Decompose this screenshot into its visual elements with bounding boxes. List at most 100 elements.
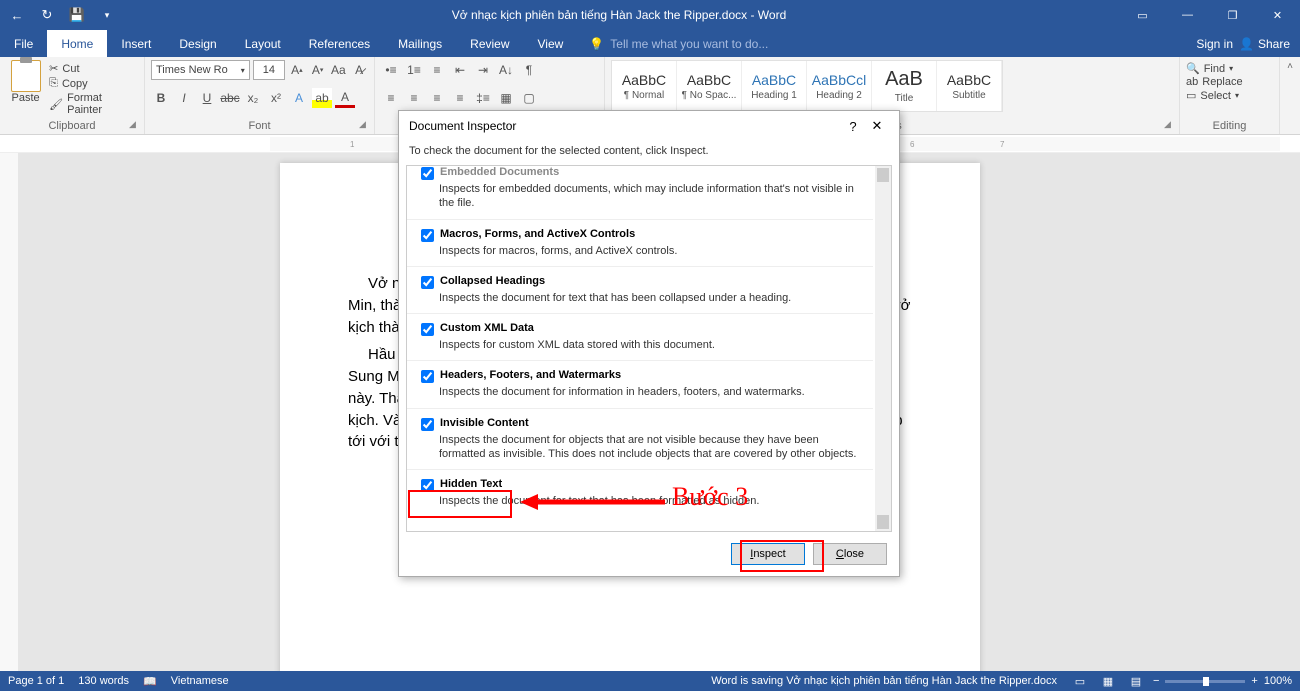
highlight-button[interactable]: ab (312, 88, 332, 108)
inspector-checkbox[interactable] (421, 370, 434, 383)
minimize-button[interactable]: — (1165, 0, 1210, 30)
ribbon-display-icon[interactable]: ▭ (1120, 0, 1165, 30)
styles-dialog-launcher[interactable]: ◢ (1164, 119, 1176, 131)
zoom-out-button[interactable]: − (1153, 675, 1159, 687)
style-heading2[interactable]: AaBbCclHeading 2 (807, 61, 872, 111)
inspector-item-macros: Macros, Forms, and ActiveX Controls Insp… (407, 220, 873, 267)
inspector-checkbox[interactable] (421, 167, 434, 180)
multilevel-list-button[interactable]: ≡ (427, 60, 447, 80)
dialog-instruction: To check the document for the selected c… (399, 141, 899, 165)
inspector-checkbox[interactable] (421, 418, 434, 431)
save-icon[interactable]: 💾 (66, 4, 88, 26)
paste-button[interactable]: Paste (6, 60, 45, 118)
font-dialog-launcher[interactable]: ◢ (359, 119, 371, 131)
justify-button[interactable]: ≡ (450, 88, 470, 108)
borders-button[interactable]: ▢ (519, 88, 539, 108)
qat-dropdown-icon[interactable]: ▾ (96, 4, 118, 26)
style-heading1[interactable]: AaBbCHeading 1 (742, 61, 807, 111)
status-proofing-icon[interactable]: 📖 (143, 675, 157, 688)
ribbon-group-editing: 🔍Find ▾ abReplace ▭Select ▾ Editing (1180, 57, 1280, 134)
clipboard-dialog-launcher[interactable]: ◢ (129, 119, 141, 131)
show-marks-button[interactable]: ¶ (519, 60, 539, 80)
tab-mailings[interactable]: Mailings (384, 30, 456, 57)
read-mode-button[interactable]: ▭ (1069, 673, 1091, 689)
ribbon-group-clipboard: Paste ✂Cut ⎘Copy 🖌Format Painter Clipboa… (0, 57, 145, 134)
increase-indent-button[interactable]: ⇥ (473, 60, 493, 80)
status-language[interactable]: Vietnamese (171, 675, 229, 688)
strikethrough-button[interactable]: abc (220, 88, 240, 108)
line-spacing-button[interactable]: ‡≡ (473, 88, 493, 108)
zoom-in-button[interactable]: + (1251, 675, 1257, 687)
dialog-help-button[interactable]: ? (841, 119, 865, 134)
scroll-down-icon[interactable] (877, 515, 889, 529)
style-title[interactable]: AaBTitle (872, 61, 937, 111)
select-button[interactable]: ▭Select ▾ (1186, 89, 1243, 102)
tab-file[interactable]: File (0, 30, 47, 57)
font-color-button[interactable]: A (335, 88, 355, 108)
vertical-ruler[interactable] (0, 153, 18, 671)
underline-button[interactable]: U (197, 88, 217, 108)
back-icon[interactable]: ← (6, 4, 28, 26)
shrink-font-button[interactable]: A▾ (309, 60, 327, 80)
collapse-ribbon-button[interactable]: ˄ (1287, 61, 1293, 72)
tell-me-search[interactable]: 💡 Tell me what you want to do... (577, 30, 1196, 57)
styles-gallery[interactable]: AaBbC¶ Normal AaBbC¶ No Spac... AaBbCHea… (611, 60, 1003, 112)
inspector-checkbox[interactable] (421, 323, 434, 336)
cut-button[interactable]: ✂Cut (49, 62, 138, 75)
redo-icon[interactable]: ↻ (36, 4, 58, 26)
format-painter-button[interactable]: 🖌Format Painter (49, 92, 138, 116)
text-effects-button[interactable]: A (289, 88, 309, 108)
close-button[interactable]: Close (813, 543, 887, 565)
status-page[interactable]: Page 1 of 1 (8, 675, 64, 688)
close-window-button[interactable]: ✕ (1255, 0, 1300, 30)
dialog-close-button[interactable]: ✕ (865, 118, 889, 134)
zoom-slider[interactable] (1165, 680, 1245, 683)
web-layout-button[interactable]: ▤ (1125, 673, 1147, 689)
replace-button[interactable]: abReplace (1186, 76, 1243, 88)
style-normal[interactable]: AaBbC¶ Normal (612, 61, 677, 111)
tab-view[interactable]: View (524, 30, 578, 57)
tab-home[interactable]: Home (47, 30, 107, 57)
print-layout-button[interactable]: ▦ (1097, 673, 1119, 689)
scroll-up-icon[interactable] (877, 168, 889, 182)
numbering-button[interactable]: 1≡ (404, 60, 424, 80)
shading-button[interactable]: ▦ (496, 88, 516, 108)
tab-design[interactable]: Design (165, 30, 230, 57)
tab-insert[interactable]: Insert (107, 30, 165, 57)
change-case-button[interactable]: Aa (329, 60, 347, 80)
decrease-indent-button[interactable]: ⇤ (450, 60, 470, 80)
font-size-combo[interactable]: 14 (253, 60, 285, 80)
inspector-item-title: Hidden Text (440, 478, 502, 490)
dialog-scrollbar[interactable] (875, 166, 891, 531)
inspector-checkbox[interactable] (421, 479, 434, 492)
tab-layout[interactable]: Layout (231, 30, 295, 57)
share-button[interactable]: 👤 Share (1239, 37, 1290, 51)
inspector-checkbox[interactable] (421, 276, 434, 289)
grow-font-button[interactable]: A▴ (288, 60, 306, 80)
inspector-item-embedded-documents: Embedded Documents Inspects for embedded… (407, 166, 873, 220)
superscript-button[interactable]: x² (266, 88, 286, 108)
tab-references[interactable]: References (295, 30, 384, 57)
inspector-checkbox[interactable] (421, 229, 434, 242)
tab-review[interactable]: Review (456, 30, 523, 57)
font-name-combo[interactable]: Times New Ro▾ (151, 60, 250, 80)
zoom-level[interactable]: 100% (1264, 675, 1292, 687)
copy-button[interactable]: ⎘Copy (49, 77, 138, 90)
clear-formatting-button[interactable]: A̷ (350, 60, 368, 80)
find-button[interactable]: 🔍Find ▾ (1186, 62, 1243, 75)
sort-button[interactable]: A↓ (496, 60, 516, 80)
status-words[interactable]: 130 words (78, 675, 129, 688)
sign-in-link[interactable]: Sign in (1196, 37, 1233, 51)
style-subtitle[interactable]: AaBbCSubtitle (937, 61, 1002, 111)
italic-button[interactable]: I (174, 88, 194, 108)
bold-button[interactable]: B (151, 88, 171, 108)
bullets-button[interactable]: •≡ (381, 60, 401, 80)
style-no-spacing[interactable]: AaBbC¶ No Spac... (677, 61, 742, 111)
zoom-slider-handle[interactable] (1203, 677, 1209, 686)
inspect-button[interactable]: Inspect (731, 543, 805, 565)
align-right-button[interactable]: ≡ (427, 88, 447, 108)
align-left-button[interactable]: ≡ (381, 88, 401, 108)
subscript-button[interactable]: x₂ (243, 88, 263, 108)
maximize-button[interactable]: ❐ (1210, 0, 1255, 30)
align-center-button[interactable]: ≡ (404, 88, 424, 108)
